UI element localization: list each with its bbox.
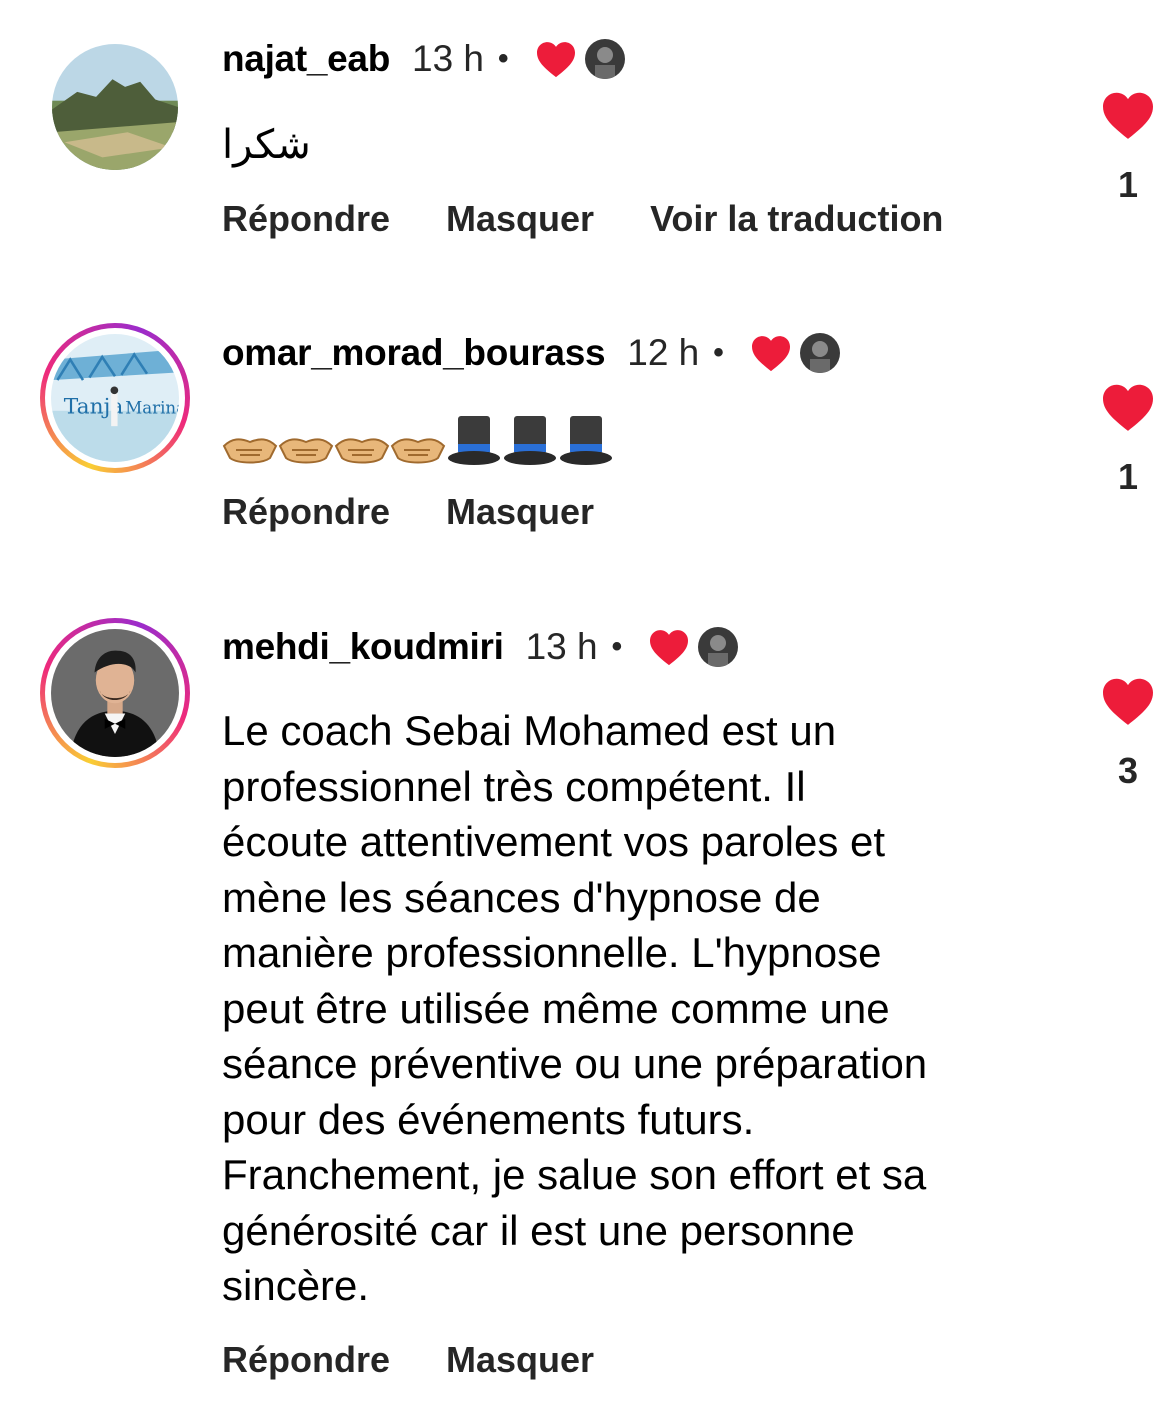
comment-actions: Répondre Masquer: [222, 1339, 650, 1381]
comment-text-line: séance préventive ou une préparation: [222, 1040, 928, 1087]
hide-button[interactable]: Masquer: [446, 198, 594, 240]
comment-header: omar_morad_bourass 12 h •: [222, 332, 840, 374]
translate-button[interactable]: Voir la traduction: [650, 198, 943, 240]
author-avatar-icon: [799, 333, 840, 373]
separator: •: [611, 630, 623, 663]
like-count: 1: [1117, 456, 1139, 497]
like-heart-icon[interactable]: [1100, 676, 1156, 726]
reply-button[interactable]: Répondre: [222, 491, 390, 533]
hide-button[interactable]: Masquer: [446, 491, 594, 533]
man-in-tuxedo-avatar-icon: [51, 629, 179, 757]
comment-text-line: pour des événements futurs.: [222, 1095, 755, 1143]
username[interactable]: mehdi_koudmiri: [222, 626, 504, 668]
comment-text-line: Le coach Sebai Mohamed est un: [222, 707, 837, 754]
svg-text:Marina: Marina: [125, 398, 179, 417]
comment-text: شكرا: [222, 122, 311, 168]
like-heart-icon[interactable]: [1100, 382, 1156, 432]
timestamp: 13 h: [525, 626, 598, 667]
comment-actions: Répondre Masquer: [222, 491, 650, 533]
comment-text-line: écoute attentivement vos paroles et: [222, 818, 886, 865]
avatar[interactable]: [52, 44, 178, 170]
hide-button[interactable]: Masquer: [446, 1339, 594, 1381]
comment-text-line: mène les séances d'hypnose de: [222, 873, 821, 921]
username[interactable]: omar_morad_bourass: [222, 332, 606, 374]
comment-text-line: peut être utilisée même comme une: [222, 984, 890, 1032]
handshake-emoji-icon: [334, 438, 390, 464]
comment-emojis: [222, 408, 1042, 468]
timestamp: 13 h: [412, 38, 485, 79]
author-liked-heart-icon: [750, 334, 792, 372]
reply-button[interactable]: Répondre: [222, 1339, 390, 1381]
comment-text-line: professionnel très compétent. Il: [222, 762, 806, 810]
like-control: 1: [1098, 382, 1158, 498]
top-hat-emoji-icon: [560, 416, 612, 465]
like-count: 3: [1117, 750, 1139, 791]
username[interactable]: najat_eab: [222, 38, 390, 80]
top-hat-emoji-icon: [448, 416, 500, 465]
comment-text: Le coach Sebai Mohamed est un profession…: [222, 703, 1122, 1314]
author-liked-heart-icon: [648, 628, 690, 666]
author-avatar-icon: [584, 39, 625, 79]
like-heart-icon[interactable]: [1100, 90, 1156, 140]
comment-text-line: sincère.: [222, 1262, 370, 1309]
comment-header: mehdi_koudmiri 13 h •: [222, 626, 739, 668]
comment-actions: Répondre Masquer Voir la traduction: [222, 198, 999, 240]
separator: •: [713, 336, 724, 369]
handshake-emoji-icon: [390, 438, 446, 464]
separator: •: [498, 42, 509, 75]
comment-text-line: manière professionnelle. L'hypnose: [222, 929, 882, 976]
like-count: 1: [1117, 164, 1139, 205]
like-control: 1: [1098, 90, 1158, 206]
handshake-emoji-icon: [278, 438, 334, 464]
author-liked-heart-icon: [535, 40, 577, 78]
comment-header: najat_eab 13 h •: [222, 38, 625, 80]
reply-button[interactable]: Répondre: [222, 198, 390, 240]
tanja-marina-avatar-icon: Tanja Marina: [51, 334, 179, 462]
comment-text-line: Franchement, je salue son effort et sa: [222, 1151, 927, 1198]
author-avatar-icon: [698, 627, 739, 667]
landscape-avatar-icon: [52, 44, 178, 170]
avatar[interactable]: [40, 618, 190, 768]
comment-text-line: générosité car il est une personne: [222, 1206, 855, 1254]
timestamp: 12 h: [627, 332, 700, 373]
like-control: 3: [1098, 676, 1158, 792]
handshake-emoji-icon: [222, 438, 278, 464]
top-hat-emoji-icon: [504, 416, 556, 465]
avatar[interactable]: Tanja Marina: [40, 323, 190, 473]
